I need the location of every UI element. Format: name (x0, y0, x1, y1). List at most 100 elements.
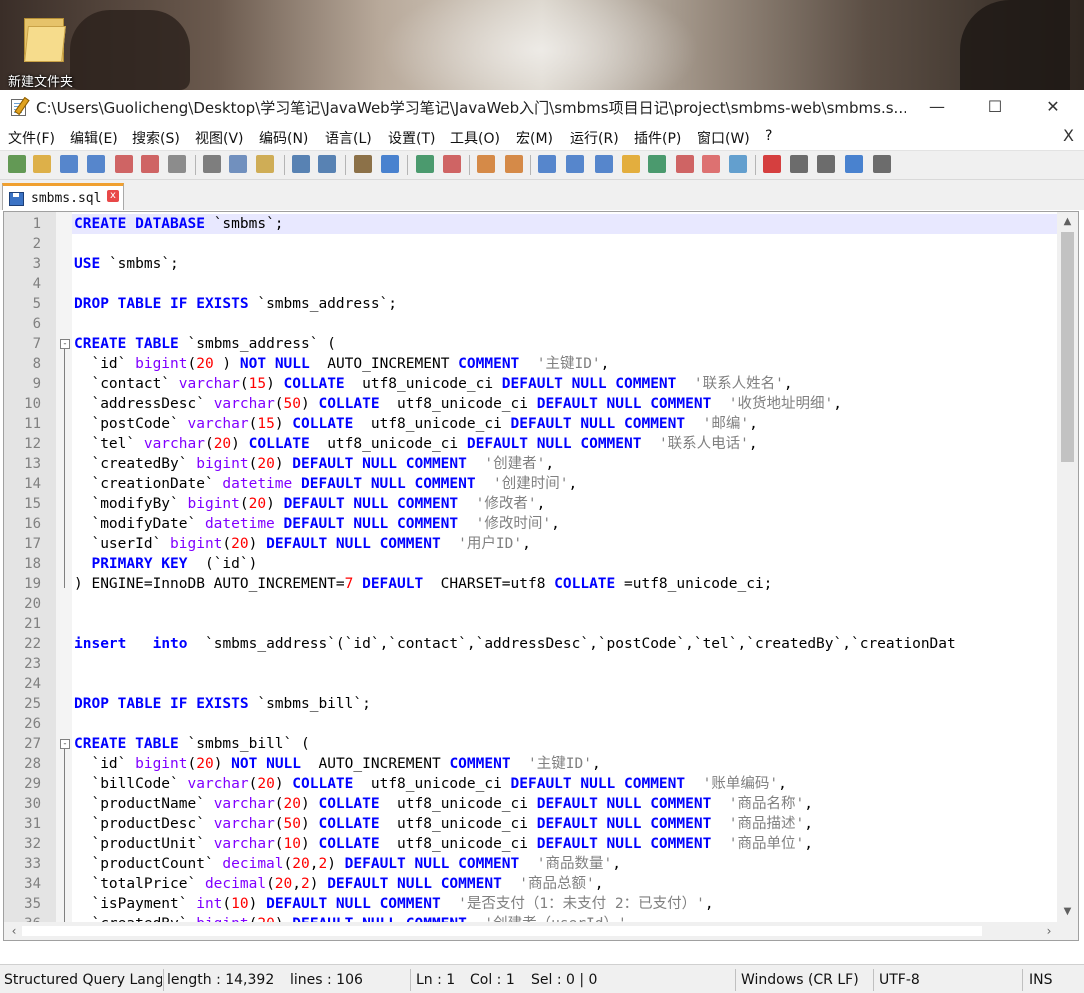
fold-toggle-icon[interactable]: - (60, 739, 70, 749)
code-line[interactable]: 29 `billCode` varchar(20) COLLATE utf8_u… (4, 774, 1064, 794)
code-line[interactable]: 13 `createdBy` bigint(20) DEFAULT NULL C… (4, 454, 1064, 474)
code-line[interactable]: 19) ENGINE=InnoDB AUTO_INCREMENT=7 DEFAU… (4, 574, 1064, 594)
menu-tools[interactable]: 工具(O) (450, 128, 500, 148)
save-macro-icon[interactable] (873, 155, 891, 173)
code-line[interactable]: 1 CREATE DATABASE `smbms`; (4, 214, 1064, 234)
menu-encoding[interactable]: 编码(N) (259, 128, 308, 148)
code-line[interactable]: 35 `isPayment` int(10) DEFAULT NULL COMM… (4, 894, 1064, 914)
folder-icon[interactable] (24, 12, 66, 62)
vertical-scroll-thumb[interactable] (1061, 232, 1074, 462)
menu-edit[interactable]: 编辑(E) (70, 128, 118, 148)
close-button[interactable]: ✕ (1024, 90, 1082, 122)
desktop-folder-label[interactable]: 新建文件夹 (8, 71, 73, 90)
horizontal-scrollbar[interactable]: ‹ › (4, 922, 1057, 940)
indent-guide-icon[interactable] (595, 155, 613, 173)
code-line[interactable]: 30 `productName` varchar(20) COLLATE utf… (4, 794, 1064, 814)
zoom-out-icon[interactable] (443, 155, 461, 173)
cut-icon[interactable] (203, 155, 221, 173)
replace-icon[interactable] (381, 155, 399, 173)
code-line[interactable]: 32 `productUnit` varchar(10) COLLATE utf… (4, 834, 1064, 854)
menu-run[interactable]: 运行(R) (570, 128, 619, 148)
code-line[interactable]: 25 DROP TABLE IF EXISTS `smbms_bill`; (4, 694, 1064, 714)
menu-settings[interactable]: 设置(T) (388, 128, 435, 148)
user-lang-icon[interactable] (622, 155, 640, 173)
code-line[interactable]: 8 `id` bigint(20 ) NOT NULL AUTO_INCREME… (4, 354, 1064, 374)
save-icon[interactable] (60, 155, 78, 173)
zoom-in-icon[interactable] (416, 155, 434, 173)
menu-search[interactable]: 搜索(S) (132, 128, 180, 148)
open-file-icon[interactable] (33, 155, 51, 173)
vertical-scrollbar[interactable]: ▲ ▼ (1057, 212, 1078, 922)
scroll-left-icon[interactable]: ‹ (6, 922, 22, 940)
code-line[interactable]: 26 (4, 714, 1064, 734)
menu-window[interactable]: 窗口(W) (697, 128, 750, 148)
print-icon[interactable] (168, 155, 186, 173)
menu-macro[interactable]: 宏(M) (516, 128, 553, 148)
find-icon[interactable] (354, 155, 372, 173)
save-all-icon[interactable] (87, 155, 105, 173)
code-line[interactable]: 34 `totalPrice` decimal(20,2) DEFAULT NU… (4, 874, 1064, 894)
code-line[interactable]: 18 PRIMARY KEY (`id`) (4, 554, 1064, 574)
title-bar[interactable]: C:\Users\Guolicheng\Desktop\学习笔记\JavaWeb… (0, 90, 1084, 122)
code-line[interactable]: 2 (4, 234, 1064, 254)
code-line[interactable]: 6 (4, 314, 1064, 334)
code-line[interactable]: 23 (4, 654, 1064, 674)
fold-toggle-icon[interactable]: - (60, 339, 70, 349)
menu-file[interactable]: 文件(F) (8, 128, 55, 148)
code-line[interactable]: 9 `contact` varchar(15) COLLATE utf8_uni… (4, 374, 1064, 394)
code-line[interactable]: 24 (4, 674, 1064, 694)
menu-view[interactable]: 视图(V) (195, 128, 244, 148)
code-line[interactable]: 7 - CREATE TABLE `smbms_address` ( (4, 334, 1064, 354)
doc-map-icon[interactable] (648, 155, 666, 173)
minimize-button[interactable]: — (908, 90, 966, 122)
sync-horizontal-icon[interactable] (505, 155, 523, 173)
close-document-button[interactable]: X (1063, 126, 1074, 145)
code-token: `productUnit` (74, 836, 214, 852)
code-line[interactable]: 33 `productCount` decimal(20, 2) DEFAULT … (4, 854, 1064, 874)
tab-smbms-sql[interactable]: smbms.sql x (2, 183, 124, 210)
code-line[interactable]: 20 (4, 594, 1064, 614)
code-line[interactable]: 21 (4, 614, 1064, 634)
undo-icon[interactable] (292, 155, 310, 173)
menu-help[interactable]: ? (765, 128, 772, 144)
maximize-button[interactable]: ☐ (966, 90, 1024, 122)
close-icon[interactable] (115, 155, 133, 173)
show-all-chars-icon[interactable] (566, 155, 584, 173)
code-line[interactable]: 16 `modifyDate` datetime DEFAULT NULL CO… (4, 514, 1064, 534)
code-editor[interactable]: 1 CREATE DATABASE `smbms`; 2 3 USE `smbms`; 4… (3, 211, 1079, 941)
code-line[interactable]: 17 `userId` bigint(20) DEFAULT NULL COMM… (4, 534, 1064, 554)
code-line[interactable]: 28 `id` bigint(20) NOT NULL AUTO_INCREME… (4, 754, 1064, 774)
scroll-right-icon[interactable]: › (1041, 922, 1057, 940)
scroll-up-icon[interactable]: ▲ (1061, 214, 1074, 230)
function-list-icon[interactable] (676, 155, 694, 173)
close-all-icon[interactable] (141, 155, 159, 173)
code-line[interactable]: 15 `modifyBy` bigint(20) DEFAULT NULL CO… (4, 494, 1064, 514)
scroll-down-icon[interactable]: ▼ (1061, 904, 1074, 920)
copy-icon[interactable] (229, 155, 247, 173)
play-macro-icon[interactable] (817, 155, 835, 173)
paste-icon[interactable] (256, 155, 274, 173)
new-file-icon[interactable] (8, 155, 26, 173)
run-macro-multiple-icon[interactable] (845, 155, 863, 173)
code-line[interactable]: 27 - CREATE TABLE `smbms_bill` ( (4, 734, 1064, 754)
word-wrap-icon[interactable] (538, 155, 556, 173)
menu-plugins[interactable]: 插件(P) (634, 128, 681, 148)
code-line[interactable]: 10 `addressDesc` varchar(50) COLLATE utf… (4, 394, 1064, 414)
sync-vertical-icon[interactable] (477, 155, 495, 173)
redo-icon[interactable] (318, 155, 336, 173)
monitor-icon[interactable] (729, 155, 747, 173)
menu-language[interactable]: 语言(L) (325, 128, 372, 148)
code-line[interactable]: 31 `productDesc` varchar(50) COLLATE utf… (4, 814, 1064, 834)
stop-macro-icon[interactable] (790, 155, 808, 173)
code-line[interactable]: 12 `tel` varchar(20) COLLATE utf8_unicod… (4, 434, 1064, 454)
folder-workspace-icon[interactable] (702, 155, 720, 173)
tab-close-icon[interactable]: x (107, 190, 119, 202)
horizontal-scroll-thumb[interactable] (22, 926, 982, 936)
code-line[interactable]: 4 (4, 274, 1064, 294)
code-line[interactable]: 14 `creationDate` datetime DEFAULT NULL … (4, 474, 1064, 494)
code-line[interactable]: 5 DROP TABLE IF EXISTS `smbms_address`; (4, 294, 1064, 314)
code-line[interactable]: 22 insert into `smbms_address`(`id`,`cont… (4, 634, 1064, 654)
code-line[interactable]: 3 USE `smbms`; (4, 254, 1064, 274)
record-macro-icon[interactable] (763, 155, 781, 173)
code-line[interactable]: 11 `postCode` varchar(15) COLLATE utf8_u… (4, 414, 1064, 434)
